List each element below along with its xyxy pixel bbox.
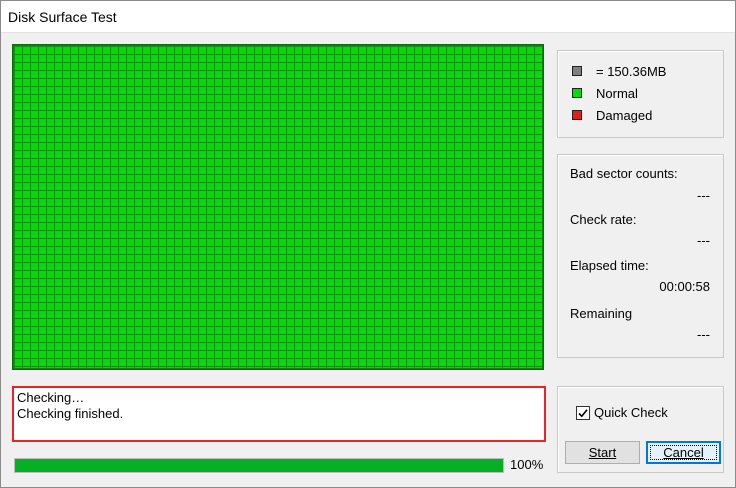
progress-bar — [14, 458, 504, 473]
legend-label: = 150.36MB — [596, 63, 667, 79]
progress-fill — [15, 459, 503, 472]
surface-grid — [12, 44, 544, 370]
check-rate-value: --- — [697, 233, 710, 248]
checkmark-icon — [578, 408, 588, 417]
title-bar[interactable]: Disk Surface Test — [1, 1, 735, 33]
legend-label: Normal — [596, 85, 638, 101]
legend-item-block-size: = 150.36MB — [572, 63, 666, 79]
legend-item-normal: Normal — [572, 85, 638, 101]
bad-sector-counts-label: Bad sector counts: — [570, 166, 678, 181]
surface-blocks — [14, 46, 542, 368]
status-log: Checking… Checking finished. — [12, 386, 546, 442]
disk-surface-test-window: Disk Surface Test = 150.36MB Normal Dama… — [0, 0, 736, 488]
stats-group: Bad sector counts: --- Check rate: --- E… — [557, 154, 724, 358]
quick-check-checkbox[interactable] — [576, 405, 590, 420]
log-line: Checking finished. — [17, 406, 124, 421]
controls-group: Quick Check Start Cancel — [557, 386, 724, 473]
quick-check-option[interactable]: Quick Check — [576, 405, 668, 420]
gray-swatch-icon — [572, 66, 582, 76]
legend-label: Damaged — [596, 107, 653, 123]
red-swatch-icon — [572, 110, 582, 120]
progress-percent: 100% — [510, 457, 544, 472]
start-button-label: Start — [588, 445, 617, 460]
legend-item-damaged: Damaged — [572, 107, 652, 123]
remaining-value: --- — [697, 327, 710, 342]
cancel-button[interactable]: Cancel — [646, 441, 721, 464]
elapsed-time-label: Elapsed time: — [570, 258, 649, 273]
elapsed-time-value: 00:00:58 — [659, 279, 710, 294]
log-line: Checking… — [17, 390, 85, 405]
green-swatch-icon — [572, 88, 582, 98]
legend-group: = 150.36MB Normal Damaged — [557, 50, 724, 138]
quick-check-label: Quick Check — [594, 405, 668, 420]
start-button[interactable]: Start — [565, 441, 640, 464]
remaining-label: Remaining — [570, 306, 633, 321]
bad-sector-counts-value: --- — [697, 188, 710, 203]
check-rate-label: Check rate: — [570, 212, 637, 227]
focus-ring — [650, 445, 717, 460]
window-title: Disk Surface Test — [8, 9, 117, 25]
